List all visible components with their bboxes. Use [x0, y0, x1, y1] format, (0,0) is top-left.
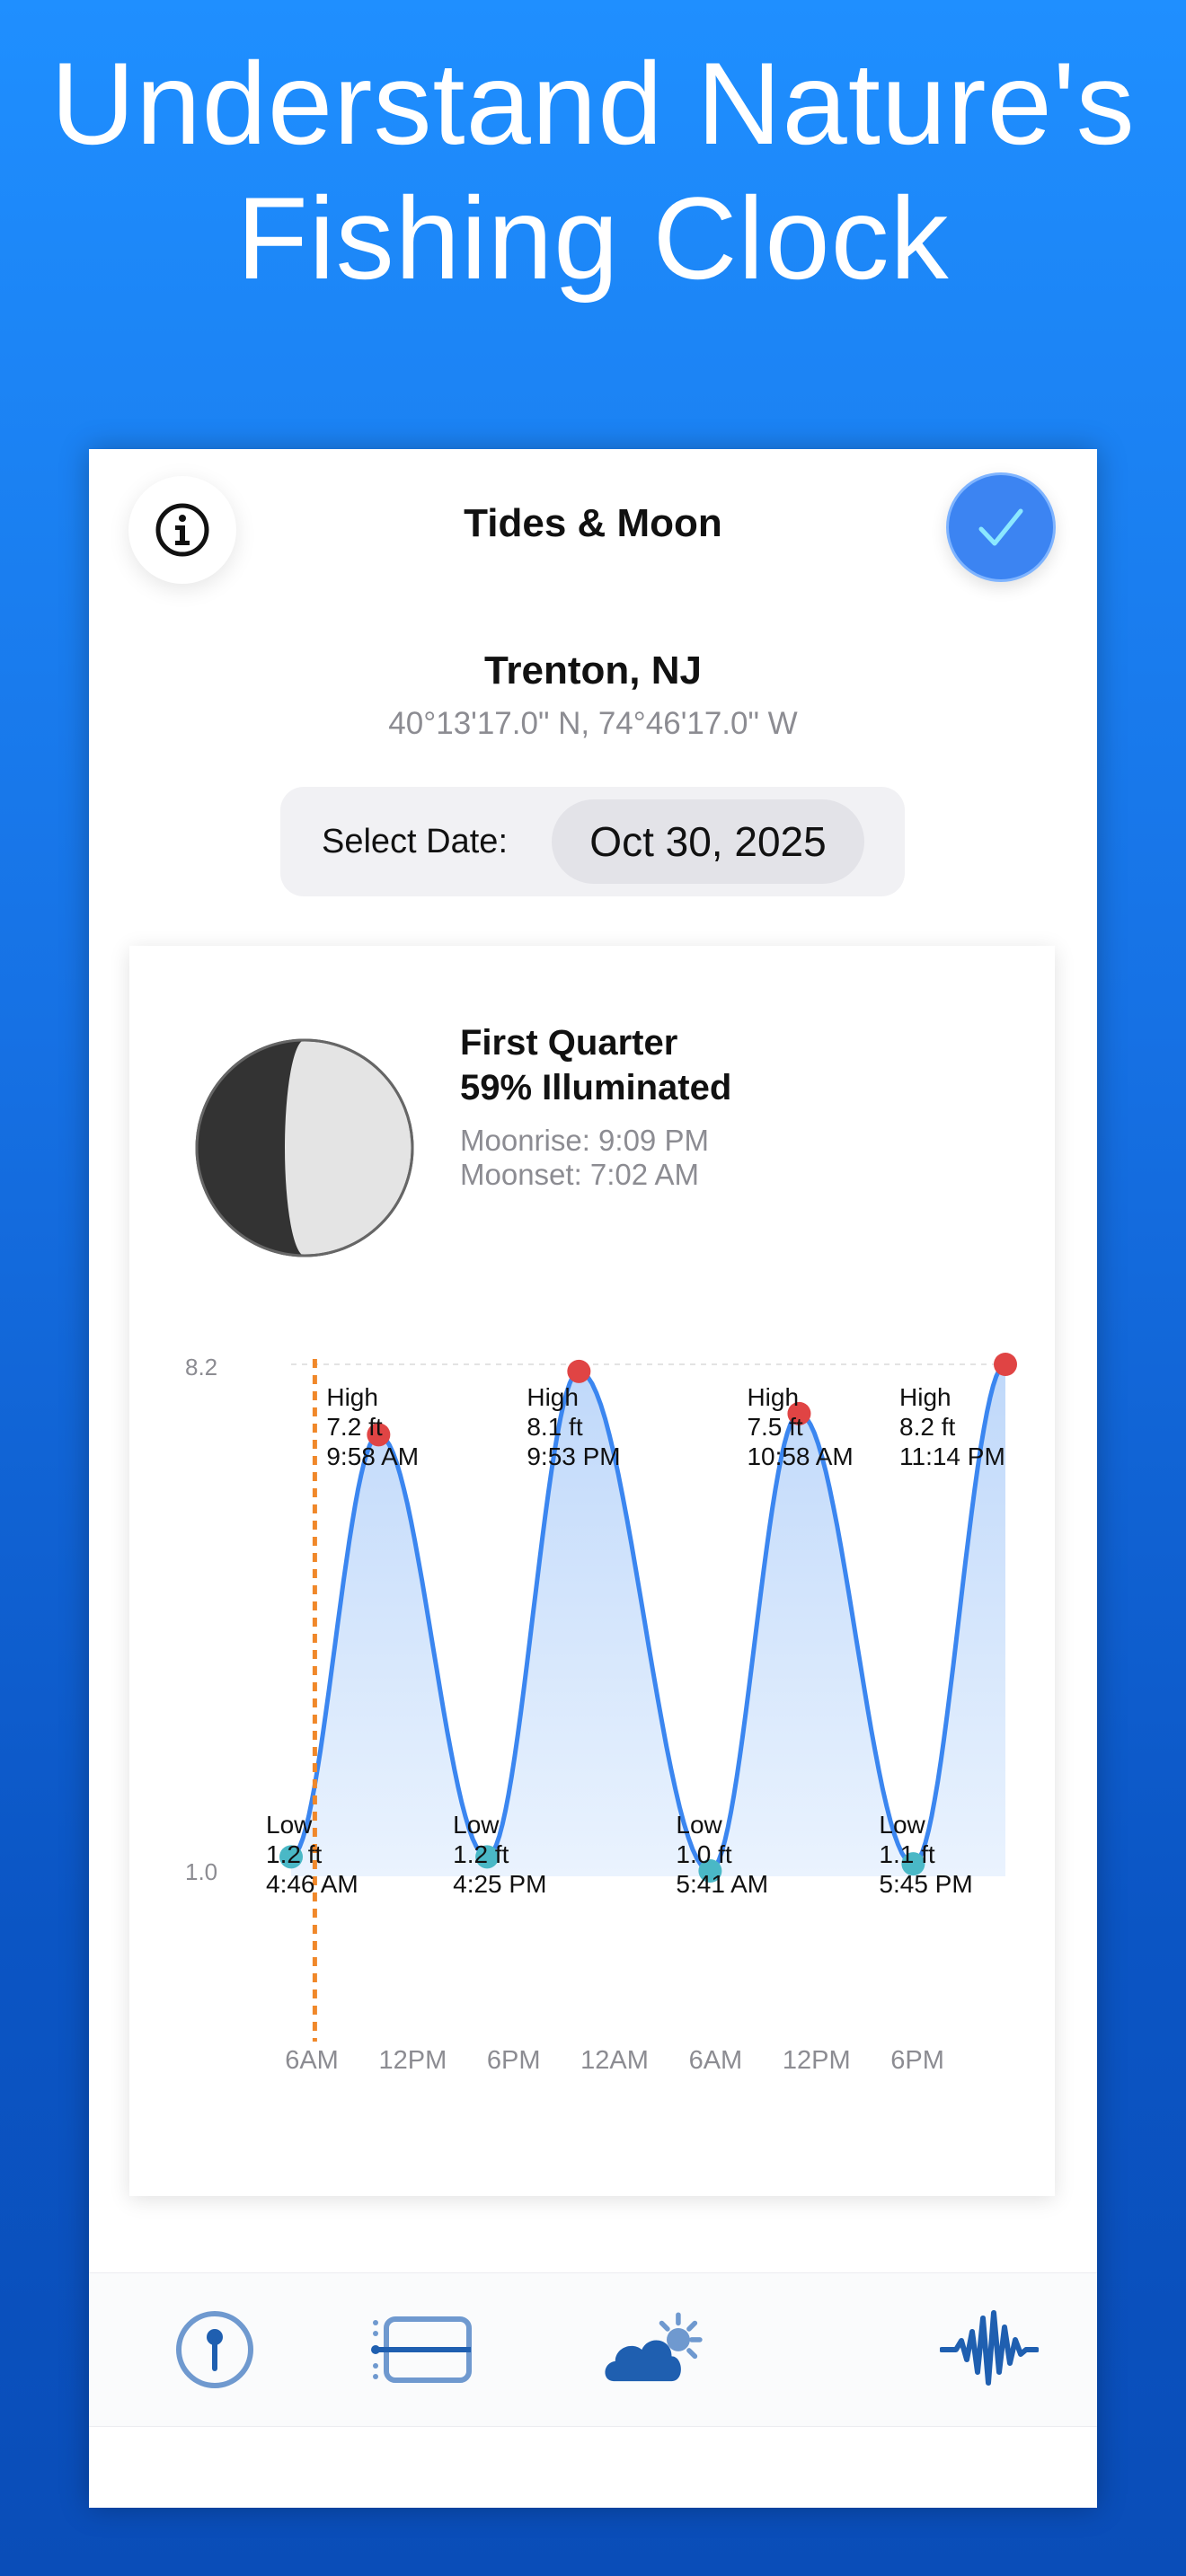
high-tide-point	[994, 1353, 1017, 1376]
high-tide-label: High	[747, 1383, 799, 1411]
headline-line-2: Fishing Clock	[236, 172, 950, 304]
tide-chart: 8.21.0Low1.2 ft4:46 AMHigh7.2 ft9:58 AML…	[185, 1353, 1017, 2075]
high-tide-label: High	[527, 1383, 579, 1411]
tide-height-label: 1.0 ft	[676, 1840, 731, 1868]
headline-line-1: Understand Nature's	[50, 38, 1136, 169]
low-tide-label: Low	[879, 1811, 925, 1839]
tide-area	[291, 1364, 1005, 1876]
weather-icon	[605, 2312, 703, 2382]
tide-time-label: 10:58 AM	[747, 1442, 853, 1470]
tide-time-label: 4:46 AM	[266, 1870, 358, 1898]
phone-screen: Tides & Moon Trenton, NJ 40°13'17.0" N, …	[89, 449, 1097, 2508]
tide-time-label: 9:53 PM	[527, 1442, 620, 1470]
tide-time-label: 4:25 PM	[453, 1870, 546, 1898]
tide-time-label: 9:58 AM	[326, 1442, 419, 1470]
tab-timeline[interactable]	[368, 2300, 476, 2399]
waveform-icon	[940, 2310, 1039, 2386]
x-tick-label: 6AM	[689, 2046, 743, 2075]
tide-height-label: 7.5 ft	[747, 1413, 802, 1441]
tide-height-label: 1.2 ft	[453, 1840, 509, 1868]
x-tick-label: 12AM	[580, 2046, 649, 2075]
x-tick-label: 12PM	[378, 2046, 447, 2075]
tide-time-label: 11:14 PM	[899, 1442, 1005, 1470]
tab-location[interactable]	[161, 2300, 269, 2399]
checkmark-icon	[978, 508, 1023, 546]
tab-waveform[interactable]	[935, 2300, 1043, 2399]
date-picker-button[interactable]: Oct 30, 2025	[552, 799, 864, 884]
date-label: Select Date:	[322, 823, 508, 860]
tide-time-label: 5:45 PM	[879, 1870, 972, 1898]
confirm-button[interactable]	[946, 472, 1056, 582]
low-tide-label: Low	[453, 1811, 500, 1839]
x-tick-label: 6PM	[487, 2046, 541, 2075]
compass-pin-icon	[176, 2311, 253, 2388]
tide-height-label: 7.2 ft	[326, 1413, 382, 1441]
y-tick-label: 8.2	[185, 1354, 217, 1381]
x-tick-label: 6AM	[285, 2046, 339, 2075]
high-tide-point	[567, 1359, 591, 1383]
tides-moon-card: First Quarter 59% Illuminated Moonrise: …	[129, 946, 1055, 2196]
tide-time-label: 5:41 AM	[676, 1870, 768, 1898]
date-selector: Select Date: Oct 30, 2025	[280, 787, 905, 896]
location-name: Trenton, NJ	[483, 648, 703, 693]
headline: Understand Nature's Fishing Clock	[0, 36, 1186, 305]
high-tide-label: High	[326, 1383, 378, 1411]
tide-height-label: 1.2 ft	[266, 1840, 322, 1868]
low-tide-label: Low	[266, 1811, 313, 1839]
y-tick-label: 1.0	[185, 1858, 217, 1885]
timeline-icon	[371, 2316, 472, 2383]
location-coordinates: 40°13'17.0" N, 74°46'17.0" W	[388, 706, 798, 741]
tab-weather[interactable]	[602, 2300, 710, 2399]
x-tick-label: 12PM	[783, 2046, 851, 2075]
high-tide-label: High	[899, 1383, 951, 1411]
low-tide-label: Low	[676, 1811, 722, 1839]
tide-height-label: 1.1 ft	[879, 1840, 934, 1868]
x-tick-label: 6PM	[890, 2046, 944, 2075]
tide-height-label: 8.2 ft	[899, 1413, 955, 1441]
tide-height-label: 8.1 ft	[527, 1413, 582, 1441]
tab-bar	[89, 2272, 1097, 2427]
